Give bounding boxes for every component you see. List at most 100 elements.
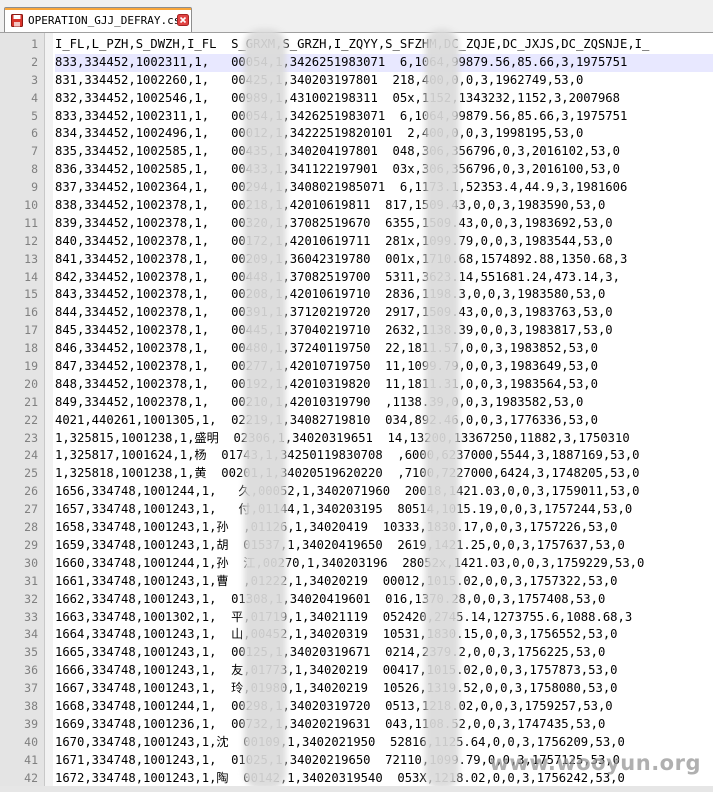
code-line-text[interactable]: 4021,440261,1001305,1, 02219,1,340827198…: [55, 412, 713, 430]
editor-line[interactable]: 31 1661,334748,1001243,1,曹 ,01222,1,34020…: [0, 573, 713, 591]
editor-line[interactable]: 40 1670,334748,1001243,1,沈 00109,1,340202…: [0, 734, 713, 752]
code-line-text[interactable]: 1,325815,1001238,1,盛明 02306,1,3402031965…: [55, 430, 713, 448]
code-line-text[interactable]: 1659,334748,1001243,1,胡 01537,1,34020419…: [55, 537, 713, 555]
code-line-text[interactable]: 840,334452,1002378,1, 00172,1,4201061971…: [55, 233, 713, 251]
code-line-text[interactable]: 837,334452,1002364,1, 00294,1,3408021985…: [55, 179, 713, 197]
editor-line[interactable]: 8 836,334452,1002585,1, 00433,1,341122197…: [0, 161, 713, 179]
code-line-text[interactable]: 831,334452,1002260,1, 00425,1,3402031978…: [55, 72, 713, 90]
code-line-text[interactable]: 1657,334748,1001243,1, 付,01144,1,3402031…: [55, 501, 713, 519]
editor-line[interactable]: 12 840,334452,1002378,1, 00172,1,42010619…: [0, 233, 713, 251]
close-icon[interactable]: [177, 14, 189, 26]
line-number: 15: [24, 287, 38, 302]
editor-line[interactable]: 37 1667,334748,1001243,1, 玲,01980,1,34020…: [0, 680, 713, 698]
horizontal-scrollbar[interactable]: [0, 786, 713, 792]
code-line-text[interactable]: 1670,334748,1001243,1,沈 00109,1,34020219…: [55, 734, 713, 752]
code-line-text[interactable]: 1663,334748,1001302,1, 平,01719,1,3402111…: [55, 609, 713, 627]
editor-line[interactable]: 38 1668,334748,1001244,1, 00298,1,3402031…: [0, 698, 713, 716]
code-line-text[interactable]: 1656,334748,1001244,1, 久,00052,1,3402071…: [55, 483, 713, 501]
code-line-text[interactable]: 847,334452,1002378,1, 00277,1,4201071975…: [55, 358, 713, 376]
code-line-text[interactable]: 1,325818,1001238,1,黄 00201,1,34020519620…: [55, 465, 713, 483]
code-line-text[interactable]: 1667,334748,1001243,1, 玲,01980,1,3402021…: [55, 680, 713, 698]
editor-line[interactable]: 30 1660,334748,1001244,1,孙 江,00270,1,3402…: [0, 555, 713, 573]
code-line-text[interactable]: 849,334452,1002378,1, 00210,1,4201031979…: [55, 394, 713, 412]
editor-line[interactable]: 33 1663,334748,1001302,1, 平,01719,1,34021…: [0, 609, 713, 627]
editor-line[interactable]: 7 835,334452,1002585,1, 00435,1,340204197…: [0, 143, 713, 161]
line-number: 40: [24, 734, 38, 749]
code-line-text[interactable]: 1665,334748,1001243,1, 00125,1,340203196…: [55, 644, 713, 662]
editor-line[interactable]: 32 1662,334748,1001243,1, 01308,1,3402041…: [0, 591, 713, 609]
editor-line[interactable]: 27 1657,334748,1001243,1, 付,01144,1,34020…: [0, 501, 713, 519]
code-line-text[interactable]: 1668,334748,1001244,1, 00298,1,340203197…: [55, 698, 713, 716]
editor-line[interactable]: 34 1664,334748,1001243,1, 山,00452,1,34020…: [0, 626, 713, 644]
line-number: 32: [24, 591, 38, 606]
redaction-blur-ids: [425, 29, 459, 789]
editor-line[interactable]: 35 1665,334748,1001243,1, 00125,1,3402031…: [0, 644, 713, 662]
line-number: 37: [24, 681, 38, 696]
line-number: 9: [31, 180, 38, 195]
code-line-text[interactable]: 1658,334748,1001243,1,孙 ,01126,1,3402041…: [55, 519, 713, 537]
editor-line[interactable]: 39 1669,334748,1001236,1, 00732,1,3402021…: [0, 716, 713, 734]
line-number: 22: [24, 412, 38, 427]
line-number: 27: [24, 502, 38, 517]
code-line-text[interactable]: 1666,334748,1001243,1, 友,01773,1,3402021…: [55, 662, 713, 680]
code-line-text[interactable]: 838,334452,1002378,1, 00218,1,4201061981…: [55, 197, 713, 215]
code-line-text[interactable]: 1660,334748,1001244,1,孙 江,00270,1,340203…: [55, 555, 713, 573]
editor-line[interactable]: 28 1658,334748,1001243,1,孙 ,01126,1,34020…: [0, 519, 713, 537]
code-line-text[interactable]: 845,334452,1002378,1, 00445,1,3704021971…: [55, 322, 713, 340]
editor-lines: 1 I_FL,L_PZH,S_DWZH,I_FL S_GRXM,S_GRZH,I_…: [0, 36, 713, 787]
code-line-text[interactable]: 1662,334748,1001243,1, 01308,1,340204196…: [55, 591, 713, 609]
code-line-text[interactable]: 842,334452,1002378,1, 00448,1,3708251970…: [55, 269, 713, 287]
editor-line[interactable]: 23 1,325815,1001238,1,盛明 02306,1,34020319…: [0, 430, 713, 448]
editor-line[interactable]: 15 843,334452,1002378,1, 00208,1,42010619…: [0, 286, 713, 304]
editor-line[interactable]: 10 838,334452,1002378,1, 00218,1,42010619…: [0, 197, 713, 215]
editor-line[interactable]: 24 1,325817,1001624,1,杨 01743,1,342501198…: [0, 447, 713, 465]
editor-line[interactable]: 5 833,334452,1002311,1, 00054,1,342625198…: [0, 108, 713, 126]
editor-line[interactable]: 22 4021,440261,1001305,1, 02219,1,3408271…: [0, 412, 713, 430]
editor-line[interactable]: 36 1666,334748,1001243,1, 友,01773,1,34020…: [0, 662, 713, 680]
code-line-text[interactable]: I_FL,L_PZH,S_DWZH,I_FL S_GRXM,S_GRZH,I_Z…: [55, 36, 713, 54]
code-line-text[interactable]: 843,334452,1002378,1, 00208,1,4201061971…: [55, 286, 713, 304]
code-line-text[interactable]: 1664,334748,1001243,1, 山,00452,1,3402031…: [55, 626, 713, 644]
editor-line[interactable]: 13 841,334452,1002378,1, 00209,1,36042319…: [0, 251, 713, 269]
editor-line[interactable]: 6 834,334452,1002496,1, 00012,1,342225198…: [0, 125, 713, 143]
editor-line[interactable]: 9 837,334452,1002364,1, 00294,1,340802198…: [0, 179, 713, 197]
editor-line[interactable]: 17 845,334452,1002378,1, 00445,1,37040219…: [0, 322, 713, 340]
code-line-text[interactable]: 833,334452,1002311,1, 00054,1,3426251983…: [55, 108, 713, 126]
editor-line[interactable]: 16 844,334452,1002378,1, 00391,1,37120219…: [0, 304, 713, 322]
file-tab[interactable]: OPERATION_GJJ_DEFRAY.csv: [4, 7, 192, 32]
line-number: 30: [24, 555, 38, 570]
editor-line[interactable]: 1 I_FL,L_PZH,S_DWZH,I_FL S_GRXM,S_GRZH,I_…: [0, 36, 713, 54]
line-number: 29: [24, 537, 38, 552]
editor-line[interactable]: 11 839,334452,1002378,1, 00320,1,37082519…: [0, 215, 713, 233]
editor-line[interactable]: 20 848,334452,1002378,1, 00192,1,42010319…: [0, 376, 713, 394]
editor-line[interactable]: 29 1659,334748,1001243,1,胡 01537,1,340204…: [0, 537, 713, 555]
editor-line[interactable]: 21 849,334452,1002378,1, 00210,1,42010319…: [0, 394, 713, 412]
code-line-text[interactable]: 841,334452,1002378,1, 00209,1,3604231978…: [55, 251, 713, 269]
code-line-text[interactable]: 1,325817,1001624,1,杨 01743,1,34250119830…: [55, 447, 713, 465]
line-number: 25: [24, 466, 38, 481]
editor-line[interactable]: 18 846,334452,1002378,1, 00480,1,37240119…: [0, 340, 713, 358]
code-line-text[interactable]: 846,334452,1002378,1, 00480,1,3724011975…: [55, 340, 713, 358]
line-number: 34: [24, 627, 38, 642]
editor-line[interactable]: 4 832,334452,1002546,1, 00989,1,431002198…: [0, 90, 713, 108]
editor-line[interactable]: 14 842,334452,1002378,1, 00448,1,37082519…: [0, 269, 713, 287]
editor-line[interactable]: 19 847,334452,1002378,1, 00277,1,42010719…: [0, 358, 713, 376]
code-line-text[interactable]: 1669,334748,1001236,1, 00732,1,340202196…: [55, 716, 713, 734]
code-line-text[interactable]: 836,334452,1002585,1, 00433,1,3411221979…: [55, 161, 713, 179]
code-line-text[interactable]: 832,334452,1002546,1, 00989,1,4310021983…: [55, 90, 713, 108]
text-editor[interactable]: 1 I_FL,L_PZH,S_DWZH,I_FL S_GRXM,S_GRZH,I_…: [0, 29, 713, 792]
code-line-text[interactable]: 839,334452,1002378,1, 00320,1,3708251967…: [55, 215, 713, 233]
tab-filename: OPERATION_GJJ_DEFRAY.csv: [28, 14, 187, 27]
line-number: 33: [24, 609, 38, 624]
line-number: 31: [24, 573, 38, 588]
editor-line[interactable]: 26 1656,334748,1001244,1, 久,00052,1,34020…: [0, 483, 713, 501]
code-line-text[interactable]: 844,334452,1002378,1, 00391,1,3712021972…: [55, 304, 713, 322]
code-line-text[interactable]: 835,334452,1002585,1, 00435,1,3402041978…: [55, 143, 713, 161]
code-line-text[interactable]: 1661,334748,1001243,1,曹 ,01222,1,3402021…: [55, 573, 713, 591]
code-line-text[interactable]: 833,334452,1002311,1, 00054,1,3426251983…: [55, 53, 713, 72]
code-line-text[interactable]: 848,334452,1002378,1, 00192,1,4201031982…: [55, 376, 713, 394]
editor-line[interactable]: 2 833,334452,1002311,1, 00054,1,342625198…: [0, 53, 713, 72]
code-line-text[interactable]: 834,334452,1002496,1, 00012,1,3422251982…: [55, 125, 713, 143]
editor-line[interactable]: 3 831,334452,1002260,1, 00425,1,340203197…: [0, 72, 713, 90]
editor-line[interactable]: 25 1,325818,1001238,1,黄 00201,1,340205196…: [0, 465, 713, 483]
